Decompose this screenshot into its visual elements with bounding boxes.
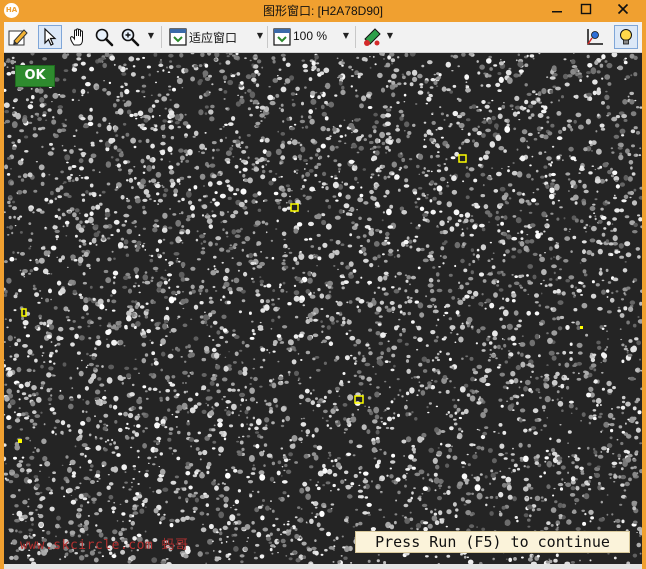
minimize-icon [552,11,562,13]
pencil-edit-icon [8,29,28,46]
fit-window-icon [169,28,187,46]
toolbar-separator [355,26,356,48]
zoom-in-icon [121,28,140,47]
toolbar-separator [267,26,268,48]
zoom-percent-button[interactable] [270,25,294,49]
pointer-tool-button[interactable] [38,25,62,49]
maximize-button[interactable] [569,0,603,22]
close-icon [617,3,629,15]
edit-tool-button[interactable] [6,25,30,49]
title-bar: HA 图形窗口: [H2A78D90] [0,0,646,22]
cursor-arrow-icon [44,27,57,46]
maximize-icon [580,3,592,15]
toolbar-separator [161,26,162,48]
pan-tool-button[interactable] [66,25,90,49]
feedback-bulb-button[interactable] [614,25,638,49]
image-display-canvas[interactable]: OK www.skcircle.com 蚂哥 Press Run (F5) to… [4,53,642,564]
region-marker [458,154,467,163]
region-marker [21,308,27,317]
zoom-mode-label[interactable]: 适应窗口 [189,29,237,46]
region-marker [354,395,364,404]
region-markers-overlay [18,154,583,443]
region-marker [290,203,299,212]
lightbulb-icon [620,29,632,45]
zoom-percent-icon [273,28,291,46]
zoom-level-label[interactable]: 100 % [293,29,327,43]
region-marker [580,326,583,329]
close-button[interactable] [606,0,640,22]
window-bottom-edge [4,564,642,569]
coordinate-axes-button[interactable] [582,25,606,49]
axes-icon [587,29,603,45]
magnifier-icon [95,28,114,47]
color-tool-button[interactable] [360,25,384,49]
fit-window-button[interactable] [166,25,190,49]
zoom-in-tool-button[interactable] [118,25,142,49]
color-dropdown-arrow[interactable]: ▼ [386,31,394,41]
toolbar: ▼ 适应窗口 ▼ 100 % ▼ ▼ [4,22,642,53]
zoom-dropdown-arrow[interactable]: ▼ [147,31,155,41]
watermark-text: www.skcircle.com 蚂哥 [20,538,189,553]
zoom-level-dropdown-arrow[interactable]: ▼ [342,31,350,41]
region-marker [18,439,22,443]
hand-pan-icon [70,28,83,46]
zoom-mode-dropdown-arrow[interactable]: ▼ [256,31,264,41]
ok-result-badge: OK [15,65,55,87]
halcon-graphics-window: HA 图形窗口: [H2A78D90] ▼ 适应窗口 ▼ 100 % ▼ ▼ O… [0,0,646,569]
continue-status-message: Press Run (F5) to continue [355,531,630,553]
paint-dropper-icon [364,28,381,46]
magnify-tool-button[interactable] [92,25,116,49]
